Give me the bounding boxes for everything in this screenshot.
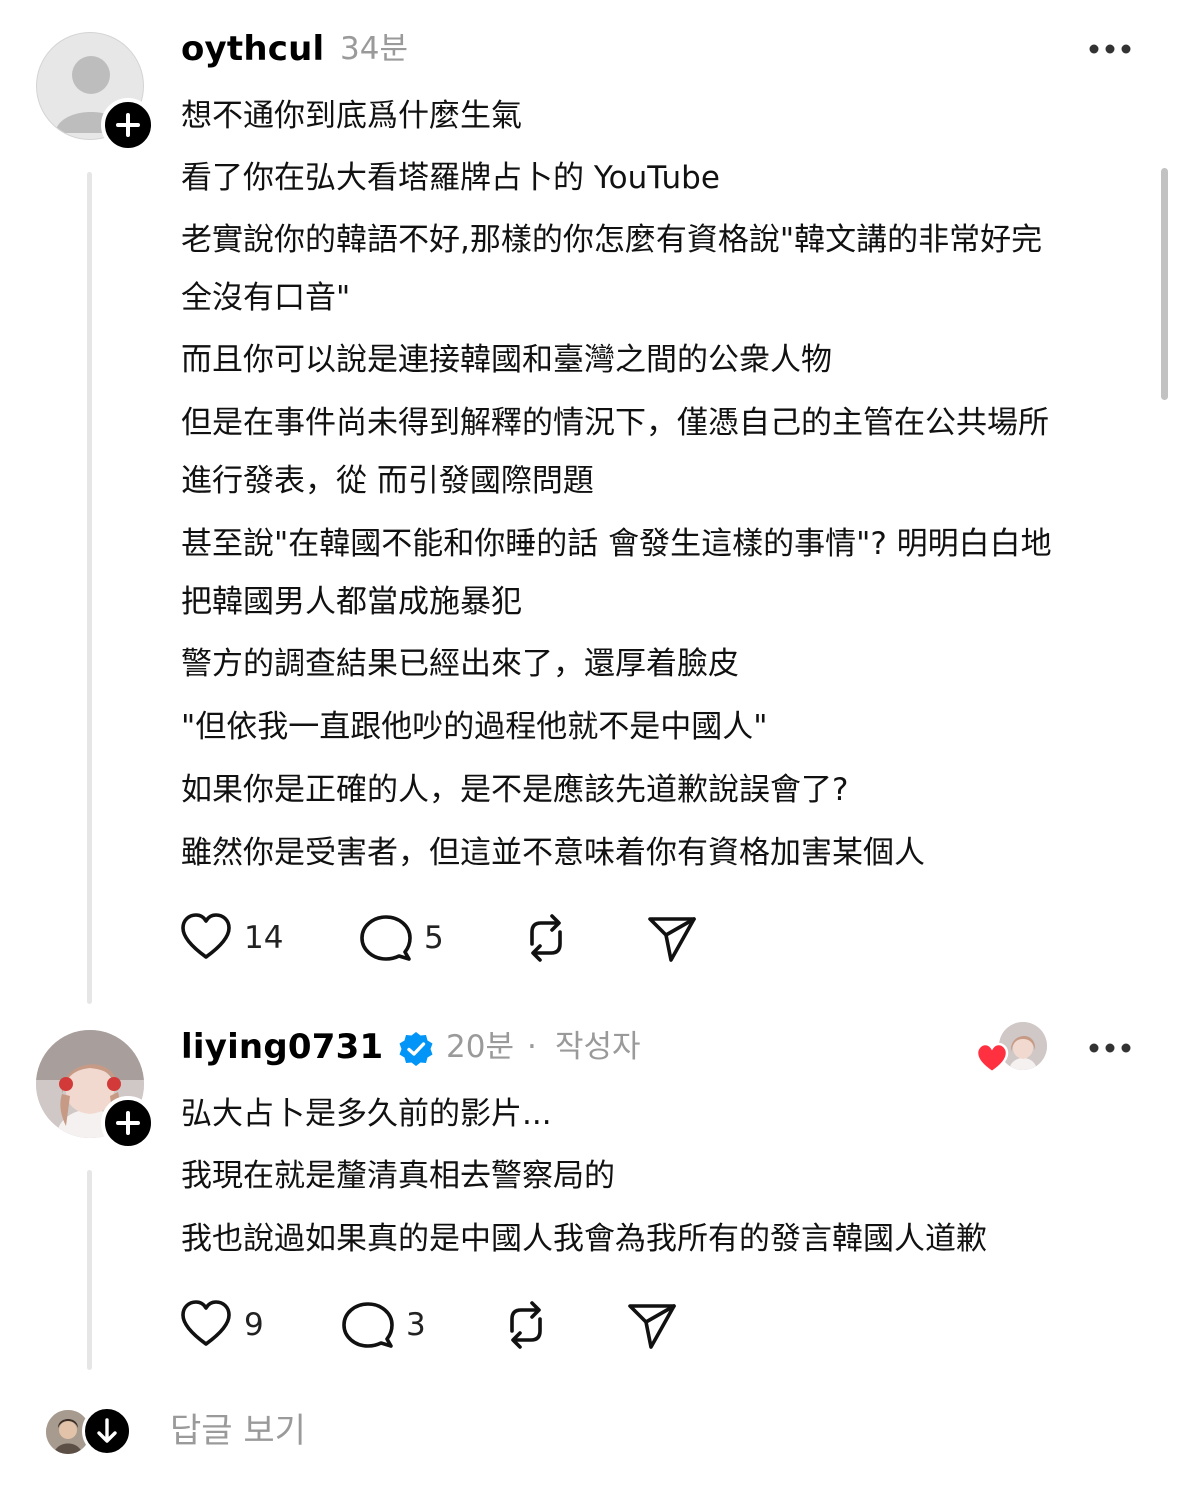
comment-line: "但依我一直跟他吵的過程他就不是中國人"	[181, 709, 768, 745]
comment-line: 弘大占卜是多久前的影片...	[181, 1096, 552, 1132]
scrollbar[interactable]	[1161, 168, 1168, 400]
meta-separator: ·	[527, 1029, 537, 1065]
repost-button[interactable]	[498, 1297, 554, 1353]
comment-icon	[360, 915, 412, 961]
comment-line: 雖然你是受害者，但這並不意味着你有資格加害某個人	[181, 835, 925, 871]
share-button[interactable]	[624, 1297, 680, 1353]
reply-count: 3	[406, 1307, 426, 1343]
thread-line	[87, 172, 92, 1004]
follow-plus-icon[interactable]	[101, 1096, 155, 1150]
comment-line: 如果你是正確的人，是不是應該先道歉說誤會了?	[181, 772, 849, 808]
repost-button[interactable]	[518, 910, 574, 966]
comment-line: 老實說你的韓語不好,那樣的你怎麼有資格說"韓文講的非常好完	[181, 222, 1043, 258]
view-replies-label[interactable]: 답글 보기	[170, 1406, 306, 1456]
comment-line: 而且你可以說是連接韓國和臺灣之間的公衆人物	[181, 342, 832, 378]
send-icon	[628, 1304, 676, 1349]
like-count: 14	[244, 920, 284, 956]
comment-line: 我也說過如果真的是中國人我會為我所有的發言韓國人道歉	[181, 1221, 987, 1257]
more-options-icon[interactable]	[1088, 39, 1132, 59]
heart-filled-icon	[975, 1042, 1009, 1074]
heart-icon	[181, 1300, 231, 1346]
comment-line: 想不通你到底爲什麼生氣	[181, 98, 522, 134]
comment-line: 看了你在弘大看塔羅牌占卜的 YouTube	[181, 160, 720, 196]
reply-count: 5	[424, 920, 444, 956]
share-button[interactable]	[644, 910, 700, 966]
more-options-icon[interactable]	[1088, 1038, 1132, 1058]
heart-icon	[181, 913, 231, 959]
comment-line: 甚至說"在韓國不能和你睡的話 會發生這樣的事情"? 明明白白地	[181, 526, 1052, 562]
comment-line: 全沒有口音"	[181, 280, 351, 316]
timestamp: 20분	[446, 1029, 514, 1065]
action-bar: 9 3	[178, 1297, 698, 1353]
repost-icon	[510, 1301, 542, 1349]
reply-button[interactable]: 5	[358, 910, 444, 966]
username[interactable]: oythcul	[181, 27, 324, 71]
send-icon	[648, 917, 696, 962]
like-count: 9	[244, 1307, 264, 1343]
comment-line: 警方的調查結果已經出來了，還厚着臉皮	[181, 646, 739, 682]
comment-line: 把韓國男人都當成施暴犯	[181, 584, 522, 620]
like-button[interactable]: 14	[178, 910, 283, 966]
verified-badge-icon	[399, 1032, 433, 1066]
like-button[interactable]: 9	[178, 1297, 264, 1353]
thread-line	[87, 1170, 92, 1370]
arrow-down-circle-icon	[82, 1406, 132, 1456]
timestamp: 34분	[340, 31, 408, 67]
author-liked-indicator	[975, 1022, 1049, 1078]
action-bar: 14 5	[178, 910, 738, 966]
username[interactable]: liying0731	[181, 1025, 383, 1069]
repost-icon	[530, 914, 562, 962]
reply-button[interactable]: 3	[340, 1297, 426, 1353]
follow-plus-icon[interactable]	[101, 98, 155, 152]
author-label: 작성자	[555, 1029, 641, 1065]
comment-line: 但是在事件尚未得到解釋的情況下，僅憑自己的主管在公共場所	[181, 405, 1049, 441]
comment-icon	[342, 1302, 394, 1348]
comment-line: 進行發表，從 而引發國際問題	[181, 463, 594, 499]
comment-line: 我現在就是釐清真相去警察局的	[181, 1158, 615, 1194]
